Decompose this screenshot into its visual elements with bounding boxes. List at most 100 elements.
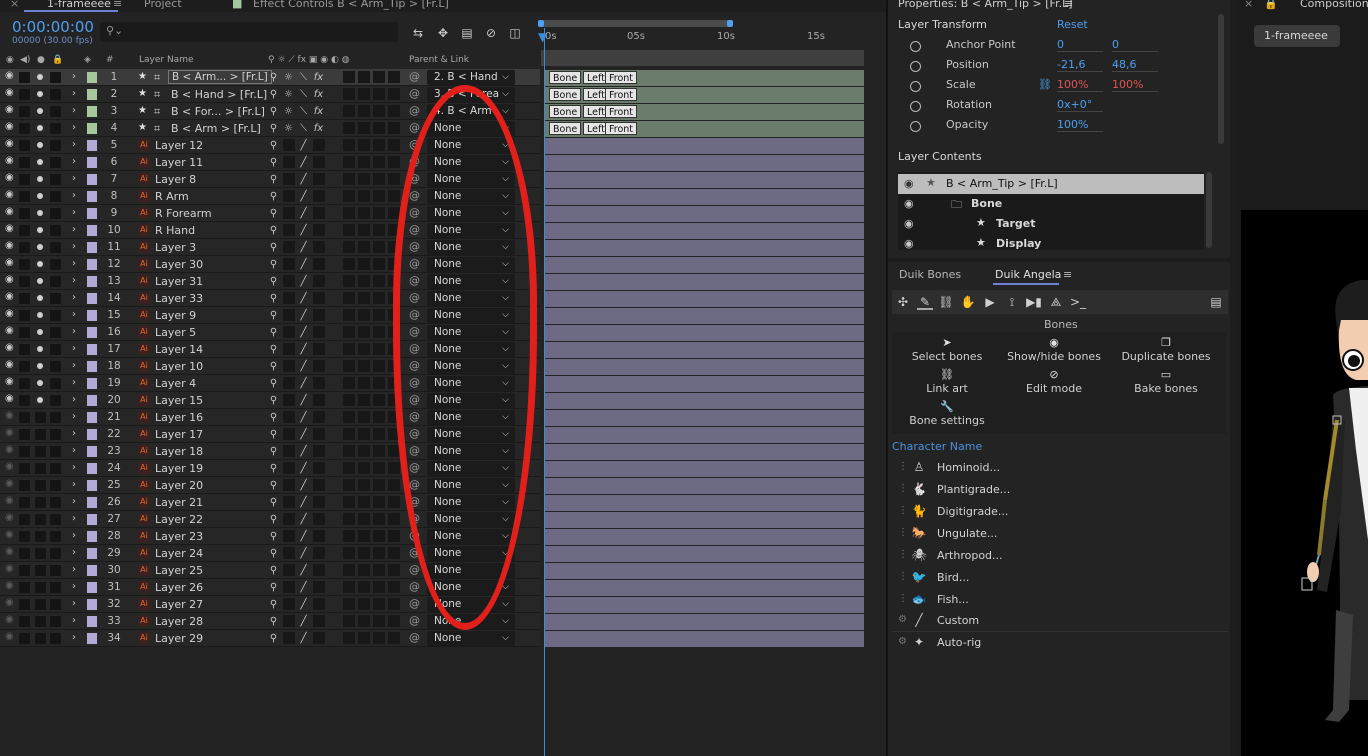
visibility-eye-icon[interactable]: ◉ (904, 197, 914, 210)
lock-header-icon[interactable]: 🔒 (52, 55, 63, 65)
composition-tab-title[interactable]: Composition (1300, 0, 1368, 10)
character-rig-item[interactable]: ⋮ 🐟 Fish... (892, 590, 1228, 612)
visibility-eye-icon[interactable]: ◉ (904, 177, 914, 190)
solo-header-icon[interactable]: ● (37, 55, 45, 65)
lock-toggle[interactable] (50, 72, 61, 83)
quality-switch-icon[interactable]: ╱ (297, 241, 310, 254)
character-rig-item[interactable]: ⋮ 🐇 Plantigrade... (892, 480, 1228, 502)
visibility-eye-icon[interactable]: ◉ (5, 308, 17, 320)
layer-duration-bar[interactable] (545, 410, 865, 426)
quality-switch-icon[interactable]: ╱ (297, 564, 310, 577)
layer-marker[interactable]: Bone (549, 88, 582, 101)
label-color-swatch[interactable] (87, 361, 97, 372)
drag-handle-icon[interactable]: ⋮ (898, 505, 908, 516)
property-value-2[interactable]: 100% (1112, 78, 1158, 92)
shy-switch-icon[interactable]: ⚲ (267, 343, 280, 356)
time-navigator-bar[interactable] (541, 20, 731, 27)
tab-project[interactable]: Project (144, 0, 182, 10)
audio-toggle[interactable] (19, 480, 30, 491)
expand-chevron-icon[interactable]: › (72, 581, 76, 592)
video-switch-header-icon[interactable]: ◉ (6, 55, 14, 65)
adjustment-switch[interactable] (373, 530, 385, 542)
link-artbutton[interactable]: ⛓ Link art (892, 368, 1002, 395)
lock-toggle[interactable] (50, 242, 61, 253)
shy-switch-icon[interactable]: ⚲ (267, 564, 280, 577)
layer-duration-bar[interactable] (545, 342, 865, 358)
effects-switch[interactable] (313, 632, 325, 644)
property-value-1[interactable]: 0 (1057, 38, 1103, 52)
audio-toggle[interactable] (19, 259, 30, 270)
layer-name[interactable]: Layer 25 (155, 564, 203, 577)
layer-name[interactable]: Layer 15 (155, 394, 203, 407)
collapse-switch[interactable] (283, 360, 295, 372)
comp-mini-flowchart-icon[interactable]: ⇆ (410, 26, 426, 40)
frame-blend-switch[interactable] (343, 88, 355, 100)
layer-duration-bar[interactable] (545, 359, 865, 375)
lock-toggle[interactable] (50, 480, 61, 491)
label-color-swatch[interactable] (87, 378, 97, 389)
properties-scrollbar[interactable] (1218, 14, 1224, 144)
settings-icon[interactable]: ⚙ (898, 636, 907, 647)
expand-chevron-icon[interactable]: › (72, 88, 76, 99)
notes-icon[interactable]: ▤ (1208, 294, 1224, 310)
character-rig-item[interactable]: ⋮ ♙ Hominoid... (892, 458, 1228, 480)
frame-blend-switch[interactable] (343, 326, 355, 338)
visibility-eye-icon[interactable]: ◉ (5, 512, 17, 524)
quality-switch-icon[interactable]: ⟍ (297, 88, 310, 101)
motion-blur-switch[interactable] (358, 258, 370, 270)
shy-switch-icon[interactable]: ⚲ (267, 598, 280, 611)
layer-name[interactable]: Layer 28 (155, 615, 203, 628)
frame-blend-switch[interactable] (343, 105, 355, 117)
frame-blend-switch[interactable] (343, 224, 355, 236)
motion-blur-switch[interactable] (358, 547, 370, 559)
label-color-swatch[interactable] (87, 106, 97, 117)
adjustment-switch[interactable] (373, 241, 385, 253)
effects-switch[interactable] (313, 445, 325, 457)
effects-switch[interactable] (313, 258, 325, 270)
effects-switch[interactable] (313, 394, 325, 406)
draft-3d-icon[interactable]: ✥ (435, 26, 451, 40)
frame-blend-switch[interactable] (343, 547, 355, 559)
3d-switch[interactable] (388, 462, 400, 474)
solo-toggle[interactable] (37, 176, 43, 182)
visibility-eye-icon[interactable]: ◉ (5, 478, 17, 490)
adjustment-switch[interactable] (373, 292, 385, 304)
collapse-switch-icon[interactable]: ☼ (282, 71, 295, 84)
pick-whip-icon[interactable]: @ (409, 631, 420, 644)
label-color-swatch[interactable] (87, 412, 97, 423)
layer-row[interactable]: ◉ › 1 ★ ⌗ B < Arm... > [Fr.L] ⚲ ☼ ⟍ fx @2. B < Han… (0, 69, 540, 86)
character-rig-item[interactable]: ⚙ ✦ Auto-rig (892, 633, 1228, 655)
solo-toggle[interactable] (37, 397, 43, 403)
expand-chevron-icon[interactable]: › (72, 598, 76, 609)
layer-name[interactable]: Layer 20 (155, 479, 203, 492)
layer-duration-bar[interactable] (545, 376, 865, 392)
audio-toggle[interactable] (19, 293, 30, 304)
visibility-eye-icon[interactable]: ◉ (5, 546, 17, 558)
hand-icon[interactable]: ✋ (960, 294, 976, 310)
expand-chevron-icon[interactable]: › (72, 547, 76, 558)
3d-switch[interactable] (388, 615, 400, 627)
solo-toggle[interactable] (37, 380, 43, 386)
bezier-icon[interactable]: ⟟ (1004, 294, 1020, 310)
label-color-swatch[interactable] (87, 327, 97, 338)
collapse-switch[interactable] (283, 343, 295, 355)
lock-toggle[interactable] (50, 412, 61, 423)
lock-toggle[interactable] (50, 514, 61, 525)
3d-switch[interactable] (388, 598, 400, 610)
frame-blend-switch[interactable] (343, 292, 355, 304)
expand-chevron-icon[interactable]: › (72, 632, 76, 643)
effects-switch-icon[interactable]: fx (312, 88, 325, 101)
expand-chevron-icon[interactable]: › (72, 615, 76, 626)
adjustment-switch[interactable] (373, 428, 385, 440)
solo-toggle[interactable] (37, 142, 43, 148)
label-color-swatch[interactable] (87, 497, 97, 508)
brush-bones-icon[interactable]: ✎ (917, 294, 933, 310)
audio-toggle[interactable] (19, 497, 30, 508)
lock-toggle[interactable] (50, 344, 61, 355)
solo-toggle[interactable] (35, 463, 46, 474)
link-icon[interactable]: ⛓ (938, 294, 954, 310)
effects-switch[interactable] (313, 292, 325, 304)
property-value-1[interactable]: 100% (1057, 118, 1103, 132)
expand-chevron-icon[interactable]: › (72, 326, 76, 337)
3d-switch[interactable] (388, 88, 400, 100)
